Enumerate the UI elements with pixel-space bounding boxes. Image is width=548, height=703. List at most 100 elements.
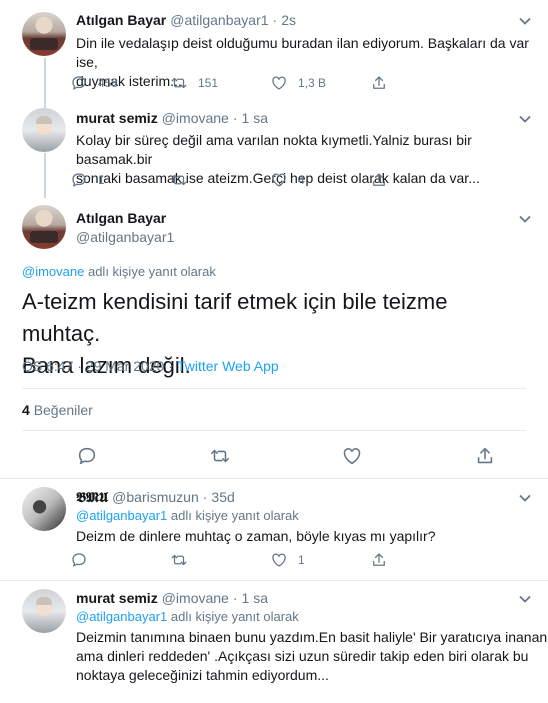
avatar[interactable] [22, 108, 66, 152]
like-count: 4 [298, 173, 305, 187]
tweet-actions: 1 [70, 551, 470, 569]
likes-count: 4 [22, 402, 30, 418]
divider [0, 478, 548, 479]
user-handle[interactable]: @imovane [162, 110, 229, 126]
reply-count: 458 [98, 76, 119, 90]
share-button[interactable] [370, 74, 470, 92]
tweet-text-line: Deizmin tanımına binaen bunu yazdım.En b… [76, 629, 548, 645]
tweet-actions: 458 151 1,3 B [70, 74, 470, 92]
avatar[interactable] [22, 589, 66, 633]
retweet-icon [171, 174, 187, 186]
separator: · [202, 489, 208, 505]
avatar[interactable] [22, 487, 66, 531]
like-button[interactable]: 4 [270, 171, 370, 189]
tweet-text-line: Din ile vedalaşıp deist olduğumu buradan… [76, 35, 529, 70]
reply-button[interactable]: 458 [70, 74, 170, 92]
tweet-text-line: Kolay bir süreç değil ama varılan nokta … [76, 132, 472, 167]
thread-line [44, 153, 46, 198]
timestamp[interactable]: 35d [211, 489, 234, 505]
retweet-button[interactable]: 151 [170, 74, 270, 92]
user-handle[interactable]: @imovane [162, 590, 229, 606]
reply-context-label: adlı kişiye yanıt olarak [170, 609, 299, 624]
mention-link[interactable]: @imovane [22, 264, 84, 279]
tweet-text-line: ama dinleri reddeden' .Açıkçası sizi uzu… [76, 648, 529, 664]
thread-line [44, 58, 46, 108]
share-icon [373, 76, 385, 89]
retweet-button[interactable] [170, 551, 270, 569]
avatar[interactable] [22, 205, 66, 249]
main-tweet-actions [76, 445, 496, 467]
user-handle[interactable]: @atilganbayar1 [170, 12, 268, 28]
divider [22, 430, 526, 431]
tweet-actions: 1 4 [70, 171, 470, 189]
like-count: 1 [298, 553, 305, 567]
share-button[interactable] [370, 551, 470, 569]
reply-icon[interactable] [76, 445, 98, 467]
like-button[interactable]: 1 [270, 551, 370, 569]
separator: · [232, 590, 238, 606]
tweet-source-link[interactable]: Twitter Web App [177, 358, 279, 374]
timestamp[interactable]: 1 sa [242, 110, 268, 126]
main-tweet-line: A-teizm kendisini tarif etmek için bile … [22, 289, 448, 346]
reply-icon [72, 173, 86, 187]
share-icon[interactable] [474, 445, 496, 467]
separator: · [232, 110, 238, 126]
tweet-header: 𝕭𝕸𝖀 @barismuzun · 35d [76, 489, 235, 506]
heart-icon[interactable] [341, 445, 363, 467]
reply-count: 1 [98, 173, 105, 187]
tweet-timestamp-line: ÖS 6:47 · 29 Mar 2020 · Twitter Web App [22, 358, 279, 374]
heart-icon [272, 173, 286, 187]
reply-context: @imovane adlı kişiye yanıt olarak [22, 264, 216, 279]
display-name[interactable]: murat semiz [76, 110, 158, 126]
separator: · [272, 12, 278, 28]
share-button[interactable] [370, 171, 470, 189]
tweet-text-line: noktaya geleceğinizi tahmin ediyordum... [76, 667, 329, 683]
avatar[interactable] [22, 12, 66, 56]
tweet-text: Deizmin tanımına binaen bunu yazdım.En b… [76, 628, 547, 685]
timestamp[interactable]: 1 sa [242, 590, 268, 606]
retweet-icon [171, 77, 187, 89]
chevron-down-icon[interactable] [518, 491, 532, 505]
user-handle[interactable]: @atilganbayar1 [76, 229, 174, 245]
chevron-down-icon[interactable] [518, 112, 532, 126]
display-name[interactable]: Atılgan Bayar [76, 210, 166, 226]
share-icon [373, 173, 385, 186]
timestamp[interactable]: 2s [281, 12, 296, 28]
reply-button[interactable] [70, 551, 170, 569]
user-handle[interactable]: @barismuzun [112, 489, 199, 505]
divider [0, 580, 548, 581]
reply-icon [72, 76, 86, 90]
retweet-button[interactable] [170, 171, 270, 189]
tweet-header: murat semiz @imovane · 1 sa [76, 590, 268, 606]
reply-context-label: adlı kişiye yanıt olarak [87, 264, 216, 279]
divider [22, 388, 526, 389]
reply-button[interactable]: 1 [70, 171, 170, 189]
reply-context: @atilganbayar1 adlı kişiye yanıt olarak [76, 609, 299, 624]
chevron-down-icon[interactable] [518, 212, 532, 226]
likes-label: Beğeniler [33, 402, 93, 418]
tweet-text-line: Deizm de dinlere muhtaç o zaman, böyle k… [76, 528, 436, 544]
reply-context: @atilganbayar1 adlı kişiye yanıt olarak [76, 508, 299, 523]
chevron-down-icon[interactable] [518, 592, 532, 606]
retweet-count: 151 [198, 76, 219, 90]
display-name[interactable]: 𝕭𝕸𝖀 [76, 490, 108, 506]
like-button[interactable]: 1,3 B [270, 74, 370, 92]
retweet-icon [171, 554, 187, 566]
likes-summary[interactable]: 4 Beğeniler [22, 402, 93, 418]
tweet-datetime[interactable]: ÖS 6:47 · 29 Mar 2020 · [22, 358, 173, 374]
share-icon [373, 553, 385, 566]
display-name[interactable]: Atılgan Bayar [76, 12, 166, 28]
reply-context-label: adlı kişiye yanıt olarak [170, 508, 299, 523]
mention-link[interactable]: @atilganbayar1 [76, 508, 167, 523]
heart-icon [272, 76, 286, 90]
heart-icon [272, 553, 286, 567]
retweet-icon[interactable] [209, 445, 231, 467]
tweet-header: Atılgan Bayar @atilganbayar1 · 2s [76, 12, 296, 28]
chevron-down-icon[interactable] [518, 14, 532, 28]
mention-link[interactable]: @atilganbayar1 [76, 609, 167, 624]
tweet-header: murat semiz @imovane · 1 sa [76, 110, 268, 126]
reply-icon [72, 553, 86, 567]
tweet-text: Deizm de dinlere muhtaç o zaman, böyle k… [76, 527, 436, 546]
display-name[interactable]: murat semiz [76, 590, 158, 606]
like-count: 1,3 B [298, 76, 327, 90]
